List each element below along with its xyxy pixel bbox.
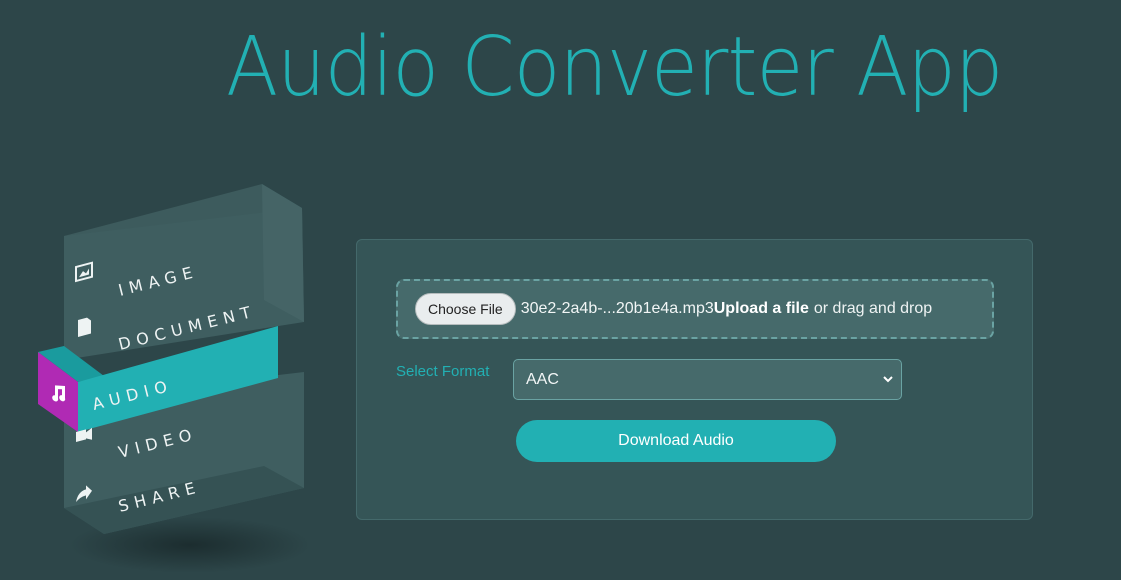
format-select-value: AAC xyxy=(526,370,559,388)
file-dropzone[interactable]: Choose File 30e2-2a4b-...20b1e4a.mp3 Upl… xyxy=(396,279,994,339)
upload-file-link[interactable]: Upload a file xyxy=(714,300,809,318)
format-label: Select Format xyxy=(396,363,490,380)
selected-file-name: 30e2-2a4b-...20b1e4a.mp3 xyxy=(520,300,714,317)
download-audio-button[interactable]: Download Audio xyxy=(516,420,836,462)
converter-panel: Choose File 30e2-2a4b-...20b1e4a.mp3 Upl… xyxy=(356,239,1033,520)
choose-file-button[interactable]: Choose File xyxy=(415,293,516,325)
page-title: Audio Converter App xyxy=(226,20,1003,115)
isometric-menu-graphic: IMAGE DOCUMENT AUDIO VIDEO SHARE xyxy=(38,184,310,573)
format-select[interactable]: AAC xyxy=(513,359,902,400)
app-page: Audio Converter App IMAGE DOCUMENT AUDIO… xyxy=(0,0,1121,580)
drag-drop-hint: or drag and drop xyxy=(813,300,933,317)
upper-block-side xyxy=(262,184,304,322)
chevron-down-icon xyxy=(883,376,893,383)
isometric-nav-menu: IMAGE DOCUMENT AUDIO VIDEO SHARE xyxy=(0,0,330,580)
document-icon xyxy=(78,317,91,337)
